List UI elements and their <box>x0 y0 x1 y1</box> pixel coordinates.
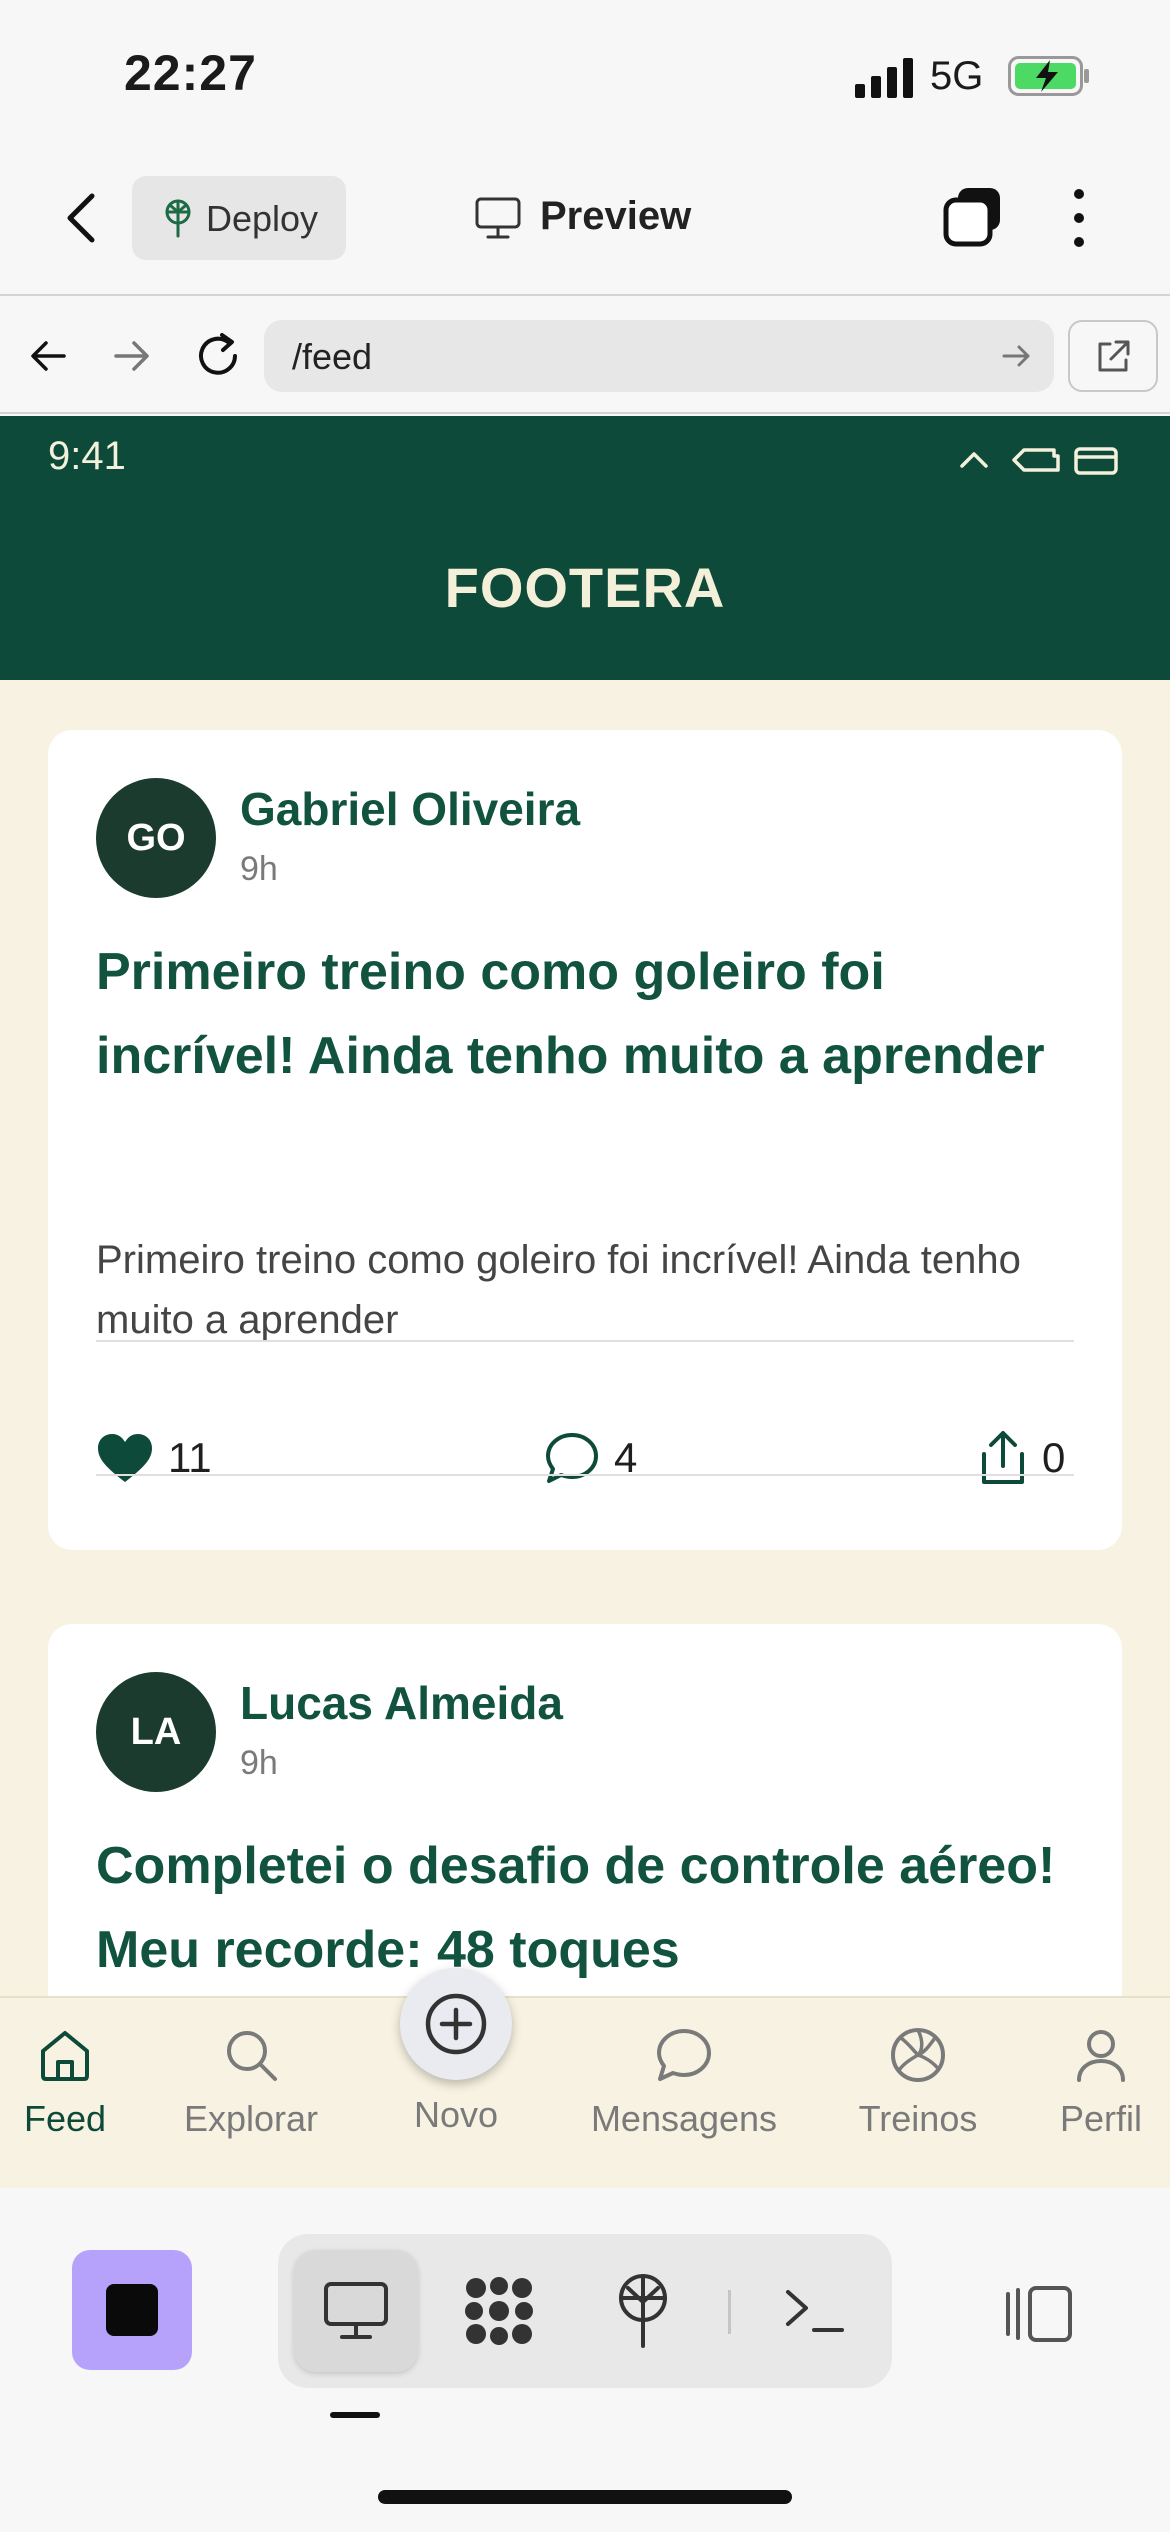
comment-icon <box>546 1433 598 1483</box>
monitor-icon <box>324 2282 388 2339</box>
tab-novo-label[interactable]: Novo <box>356 2094 556 2136</box>
tab-feed[interactable]: Feed <box>6 2026 124 2140</box>
deploy-icon <box>165 199 191 238</box>
arrow-right-icon[interactable] <box>110 334 154 378</box>
heart-icon <box>98 1434 152 1482</box>
post-card[interactable]: LA Lucas Almeida 9h Completei o desafio … <box>48 1624 1122 1996</box>
battery-icon <box>1008 56 1089 96</box>
external-link-icon <box>1098 340 1130 372</box>
url-text: /feed <box>292 336 373 377</box>
avatar[interactable]: LA <box>96 1672 216 1792</box>
feed-list[interactable]: GO Gabriel Oliveira 9h Primeiro treino c… <box>0 680 1170 1996</box>
active-tool-indicator <box>330 2412 380 2418</box>
deploy-label: Deploy <box>206 198 319 239</box>
avatar[interactable]: GO <box>96 778 216 898</box>
home-indicator[interactable] <box>378 2490 792 2504</box>
share-icon <box>982 1431 1024 1484</box>
signal-icon <box>855 58 913 98</box>
monitor-icon <box>475 197 521 239</box>
tab-explorar[interactable]: Explorar <box>176 2026 326 2140</box>
tab-mensagens[interactable]: Mensagens <box>584 2026 784 2140</box>
app-title: FOOTERA <box>444 556 726 619</box>
post-author[interactable]: Lucas Almeida <box>240 1676 563 1730</box>
network-label: 5G <box>930 54 984 98</box>
app-status-time: 9:41 <box>48 434 126 478</box>
app-status-icons <box>960 447 1118 475</box>
volleyball-icon <box>891 2028 945 2082</box>
post-author[interactable]: Gabriel Oliveira <box>240 782 580 836</box>
search-icon <box>227 2031 277 2081</box>
divider <box>96 1340 1074 1342</box>
stop-icon <box>106 2284 158 2336</box>
divider <box>728 2290 731 2334</box>
post-card[interactable]: GO Gabriel Oliveira 9h Primeiro treino c… <box>48 730 1122 1550</box>
tab-label: Explorar <box>183 2098 319 2139</box>
more-vertical-icon[interactable] <box>1064 186 1094 250</box>
deploy-icon[interactable] <box>612 2272 674 2348</box>
tab-treinos[interactable]: Treinos <box>848 2026 988 2140</box>
arrow-left-icon[interactable] <box>26 334 70 378</box>
tab-label: Treinos <box>858 2098 978 2139</box>
divider <box>96 1474 1074 1476</box>
user-icon <box>1077 2030 1125 2082</box>
like-button[interactable]: 11 <box>96 1428 212 1488</box>
tab-label: Perfil <box>1059 2098 1143 2139</box>
chevron-left-icon[interactable] <box>62 190 102 246</box>
post-title[interactable]: Completei o desafio de controle aéreo! M… <box>96 1824 1056 1992</box>
terminal-icon[interactable] <box>782 2286 846 2336</box>
ios-clock: 22:27 <box>124 45 257 101</box>
grid-apps-icon[interactable] <box>462 2274 536 2348</box>
post-time: 9h <box>240 1744 278 1782</box>
tab-perfil[interactable]: Perfil <box>1046 2026 1156 2140</box>
plus-circle-icon <box>425 1993 487 2055</box>
home-icon <box>41 2031 89 2081</box>
tab-label: Feed <box>23 2098 107 2139</box>
post-body: Primeiro treino como goleiro foi incríve… <box>96 1238 1021 1342</box>
share-button[interactable]: 0 <box>978 1428 1065 1488</box>
chat-icon <box>657 2029 711 2081</box>
go-arrow-icon[interactable] <box>1000 340 1034 372</box>
comment-button[interactable]: 4 <box>544 1428 637 1488</box>
url-input[interactable] <box>264 320 1054 392</box>
post-time: 9h <box>240 850 278 888</box>
side-panel-icon[interactable] <box>1000 2284 1076 2344</box>
tabs-icon[interactable] <box>942 186 1004 248</box>
tab-label: Mensagens <box>590 2098 778 2139</box>
post-title[interactable]: Primeiro treino como goleiro foi incríve… <box>96 930 1056 1098</box>
reload-icon[interactable] <box>192 330 244 382</box>
preview-title[interactable]: Preview <box>540 194 691 239</box>
